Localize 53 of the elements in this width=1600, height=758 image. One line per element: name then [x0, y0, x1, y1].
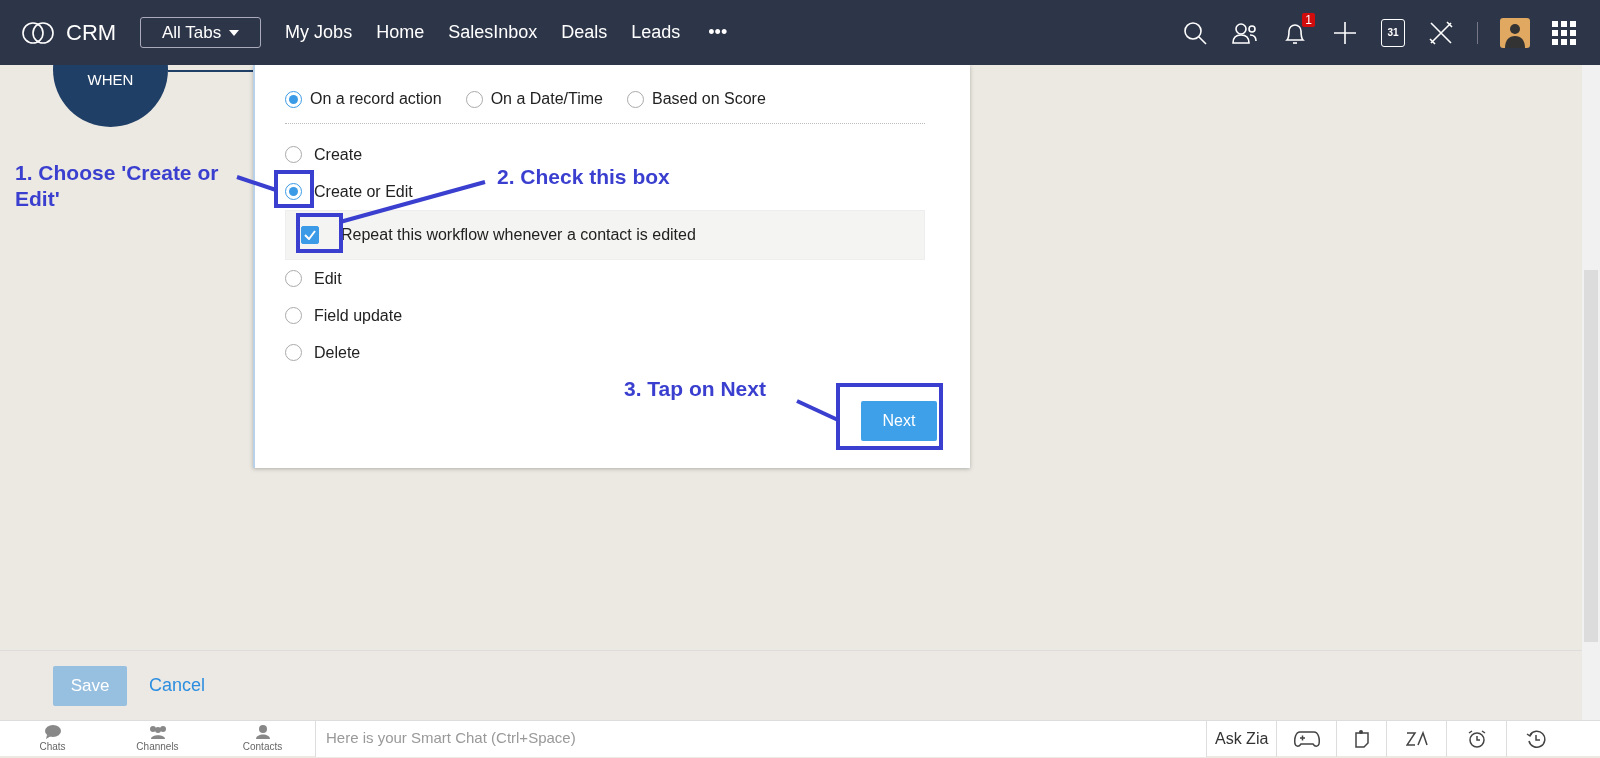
chat-tab[interactable]: Channels: [105, 725, 210, 752]
chat-icon: [44, 725, 61, 739]
annotation-line: [796, 399, 839, 422]
zia-icon[interactable]: [1405, 729, 1428, 748]
highlight-box: [274, 170, 314, 208]
chat-tab[interactable]: Chats: [0, 725, 105, 752]
trigger-option[interactable]: On a record action: [285, 87, 442, 111]
caret-icon: [229, 29, 240, 36]
option-label: Create or Edit: [314, 181, 413, 202]
alarm-clock-icon[interactable]: [1466, 728, 1487, 749]
trigger-option[interactable]: On a Date/Time: [465, 87, 603, 111]
history-icon[interactable]: [1525, 728, 1546, 749]
radio-button[interactable]: [465, 90, 483, 108]
annotation-text: 3. Tap on Next: [624, 376, 767, 402]
nav-tab[interactable]: Deals: [561, 19, 608, 46]
nav-tab[interactable]: Home: [376, 19, 425, 46]
nav-tab[interactable]: Leads: [631, 19, 681, 46]
person-icon: [255, 725, 270, 739]
annotation-text: 2. Check this box: [497, 164, 671, 190]
highlight-box: [296, 213, 343, 253]
annotation-text: 1. Choose 'Create or Edit': [15, 160, 220, 213]
smart-chat-input[interactable]: Here is your Smart Chat (Ctrl+Space): [316, 720, 1206, 755]
annotation-line: [236, 175, 277, 192]
option-label: Create: [314, 144, 363, 165]
group-icon: [148, 725, 167, 739]
chat-tab[interactable]: Contacts: [210, 725, 315, 752]
radio-button[interactable]: [285, 307, 302, 324]
nav-tab[interactable]: SalesInbox: [448, 19, 538, 46]
radio-button[interactable]: [285, 344, 302, 361]
checkbox[interactable]: [301, 226, 319, 244]
all-tabs-dropdown[interactable]: All Tabs: [140, 16, 262, 49]
app-name: CRM: [66, 19, 117, 47]
radio-button[interactable]: [626, 90, 644, 108]
gamepad-icon[interactable]: [1293, 729, 1320, 748]
option-label: Edit: [314, 268, 342, 289]
trigger-option[interactable]: Based on Score: [626, 87, 766, 111]
radio-button[interactable]: [285, 146, 302, 163]
tools-icon[interactable]: [1427, 18, 1455, 47]
radio-button[interactable]: [285, 270, 302, 287]
nav-tab[interactable]: My Jobs: [285, 19, 353, 46]
radio-button[interactable]: [285, 90, 302, 108]
ask-zia-button[interactable]: Ask Zia: [1215, 726, 1269, 751]
node-label: WHEN: [87, 69, 134, 90]
note-icon[interactable]: [1353, 728, 1370, 749]
scrollbar[interactable]: [1582, 65, 1600, 720]
avatar[interactable]: [1500, 17, 1530, 48]
option-label: Delete: [314, 342, 361, 363]
apps-grid-icon[interactable]: [1552, 20, 1576, 45]
radio-button[interactable]: [285, 183, 302, 200]
notification-count: 1: [1302, 12, 1315, 27]
option-label: Field update: [314, 305, 403, 326]
more-button[interactable]: •••: [708, 19, 728, 46]
calendar-icon[interactable]: 31: [1381, 18, 1405, 47]
